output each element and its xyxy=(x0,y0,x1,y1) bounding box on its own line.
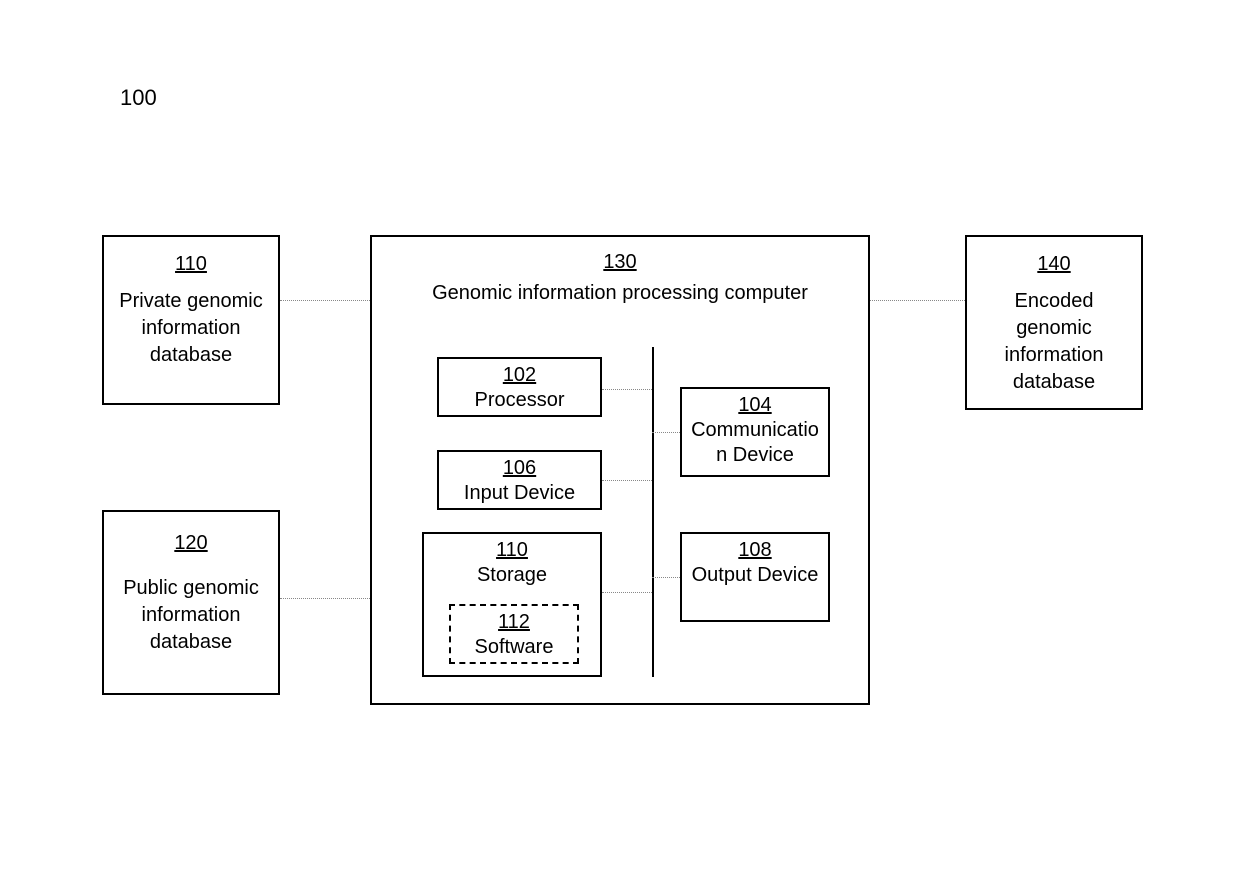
label-encoded-db: Encoded genomic information database xyxy=(967,288,1141,396)
bus-comm xyxy=(652,432,680,433)
label-public-db: Public genomic information database xyxy=(104,575,278,656)
ref-comm: 104 xyxy=(682,393,828,418)
block-private-db: 110 Private genomic information database xyxy=(102,235,280,405)
ref-encoded-db: 140 xyxy=(967,251,1141,278)
block-computer: 130 Genomic information processing compu… xyxy=(370,235,870,705)
label-output: Output Device xyxy=(682,563,828,588)
label-private-db: Private genomic information database xyxy=(104,288,278,369)
block-output: 108 Output Device xyxy=(680,532,830,622)
block-public-db: 120 Public genomic information database xyxy=(102,510,280,695)
ref-processor: 102 xyxy=(439,363,600,388)
figure-number: 100 xyxy=(120,85,157,111)
label-comm: Communication Device xyxy=(682,418,828,468)
bus-storage xyxy=(602,592,652,593)
figure-number-text: 100 xyxy=(120,85,157,110)
ref-storage: 110 xyxy=(424,538,600,563)
label-software: Software xyxy=(451,635,577,660)
internal-bus xyxy=(652,347,654,677)
block-storage: 110 Storage 112 Software xyxy=(422,532,602,677)
label-processor: Processor xyxy=(439,388,600,413)
block-software: 112 Software xyxy=(449,604,579,664)
connector-computer-to-encoded xyxy=(870,300,965,301)
bus-input xyxy=(602,480,652,481)
block-encoded-db: 140 Encoded genomic information database xyxy=(965,235,1143,410)
diagram-canvas: 100 110 Private genomic information data… xyxy=(0,0,1240,874)
label-storage: Storage xyxy=(424,563,600,588)
block-processor: 102 Processor xyxy=(437,357,602,417)
ref-software: 112 xyxy=(451,610,577,635)
ref-output: 108 xyxy=(682,538,828,563)
ref-private-db: 110 xyxy=(104,251,278,278)
connector-private-to-computer xyxy=(280,300,370,301)
connector-public-to-computer xyxy=(280,598,370,599)
bus-processor xyxy=(602,389,652,390)
block-input: 106 Input Device xyxy=(437,450,602,510)
label-computer: Genomic information processing computer xyxy=(372,282,868,305)
ref-input: 106 xyxy=(439,456,600,481)
block-comm: 104 Communication Device xyxy=(680,387,830,477)
label-input: Input Device xyxy=(439,481,600,506)
ref-computer: 130 xyxy=(372,251,868,274)
bus-output xyxy=(652,577,680,578)
ref-public-db: 120 xyxy=(104,530,278,557)
